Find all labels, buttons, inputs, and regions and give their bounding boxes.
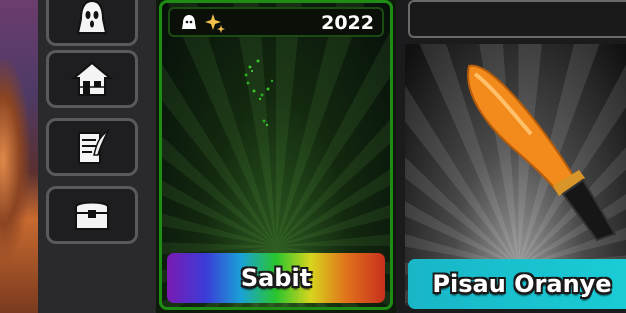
avatar-menu-button[interactable] <box>46 0 138 46</box>
item-card-frame: 2022 Sabit <box>159 0 393 310</box>
item-header-bar: 2022 <box>168 7 384 37</box>
quests-button[interactable] <box>46 118 138 176</box>
item-name-bar: Pisau Oranye <box>408 259 626 309</box>
item-header-bar <box>408 0 626 38</box>
item-name-bar: Sabit <box>167 253 385 303</box>
item-card-sabit[interactable]: 2022 Sabit <box>156 0 396 313</box>
game-world-background <box>0 0 38 313</box>
chest-icon <box>75 201 109 230</box>
scroll-quill-icon <box>78 129 110 164</box>
house-icon <box>71 61 113 96</box>
side-menu-panel <box>38 0 156 313</box>
sickle-glitter-effect <box>244 59 274 127</box>
item-name: Pisau Oranye <box>432 270 612 298</box>
item-year: 2022 <box>321 12 374 34</box>
sparkle-icon <box>205 14 225 33</box>
inventory-button[interactable] <box>46 186 138 244</box>
orange-knife-image <box>467 64 617 242</box>
item-name: Sabit <box>240 264 312 292</box>
ghostface-icon <box>76 0 108 34</box>
home-button[interactable] <box>46 50 138 108</box>
ghost-icon <box>182 15 196 29</box>
item-card-pisau-oranye[interactable]: Pisau Oranye <box>402 0 626 313</box>
